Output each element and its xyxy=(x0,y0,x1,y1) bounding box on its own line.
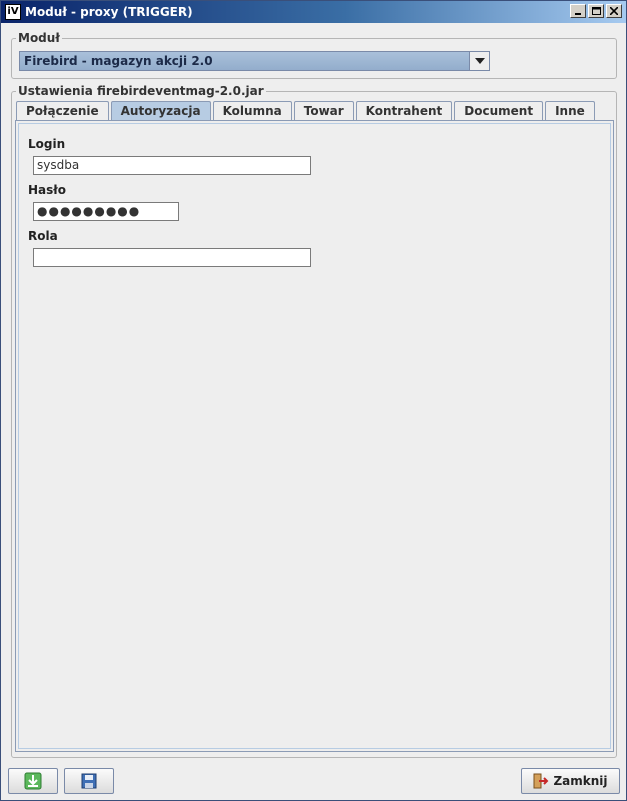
close-button-label: Zamknij xyxy=(553,774,608,788)
save-icon xyxy=(81,773,97,789)
tab-inne[interactable]: Inne xyxy=(545,101,595,120)
window-controls xyxy=(570,4,622,18)
chevron-down-icon[interactable] xyxy=(469,52,489,70)
tab-autoryzacja[interactable]: Autoryzacja xyxy=(110,101,211,120)
password-label: Hasło xyxy=(28,183,66,197)
download-icon xyxy=(24,772,42,790)
module-select-value: Firebird - magazyn akcji 2.0 xyxy=(24,54,213,68)
maximize-button[interactable] xyxy=(588,4,604,18)
login-label: Login xyxy=(28,137,66,151)
tab-kolumna[interactable]: Kolumna xyxy=(212,101,292,120)
maximize-icon xyxy=(591,7,601,15)
settings-tabs: Połączenie Autoryzacja Kolumna Towar Kon… xyxy=(16,101,597,120)
role-label: Rola xyxy=(28,229,58,243)
close-window-button[interactable] xyxy=(606,4,622,18)
close-icon xyxy=(610,7,618,15)
close-button[interactable]: Zamknij xyxy=(521,768,620,794)
app-icon: iV xyxy=(5,4,21,20)
import-button[interactable] xyxy=(8,768,58,794)
module-window: iV Moduł - proxy (TRIGGER) Moduł Firebir… xyxy=(0,0,627,801)
tab-towar[interactable]: Towar xyxy=(293,101,354,120)
module-select[interactable]: Firebird - magazyn akcji 2.0 xyxy=(19,51,490,71)
tab-document[interactable]: Document xyxy=(454,101,544,120)
save-button[interactable] xyxy=(64,768,114,794)
tab-panel-autoryzacja: Login sysdba Hasło ●●●●●●●●● Rola xyxy=(15,120,614,752)
settings-group-legend: Ustawienia firebirdeventmag-2.0.jar xyxy=(18,84,264,98)
minimize-icon xyxy=(575,13,581,15)
role-field[interactable] xyxy=(33,248,311,267)
password-field[interactable]: ●●●●●●●●● xyxy=(33,202,179,221)
minimize-button[interactable] xyxy=(570,4,586,18)
tab-polaczenie[interactable]: Połączenie xyxy=(16,101,109,120)
window-title: Moduł - proxy (TRIGGER) xyxy=(25,5,193,19)
title-bar[interactable]: iV Moduł - proxy (TRIGGER) xyxy=(1,1,626,23)
module-group-legend: Moduł xyxy=(18,31,60,45)
exit-icon xyxy=(533,773,549,789)
tab-kontrahent[interactable]: Kontrahent xyxy=(355,101,453,120)
login-field[interactable]: sysdba xyxy=(33,156,311,175)
